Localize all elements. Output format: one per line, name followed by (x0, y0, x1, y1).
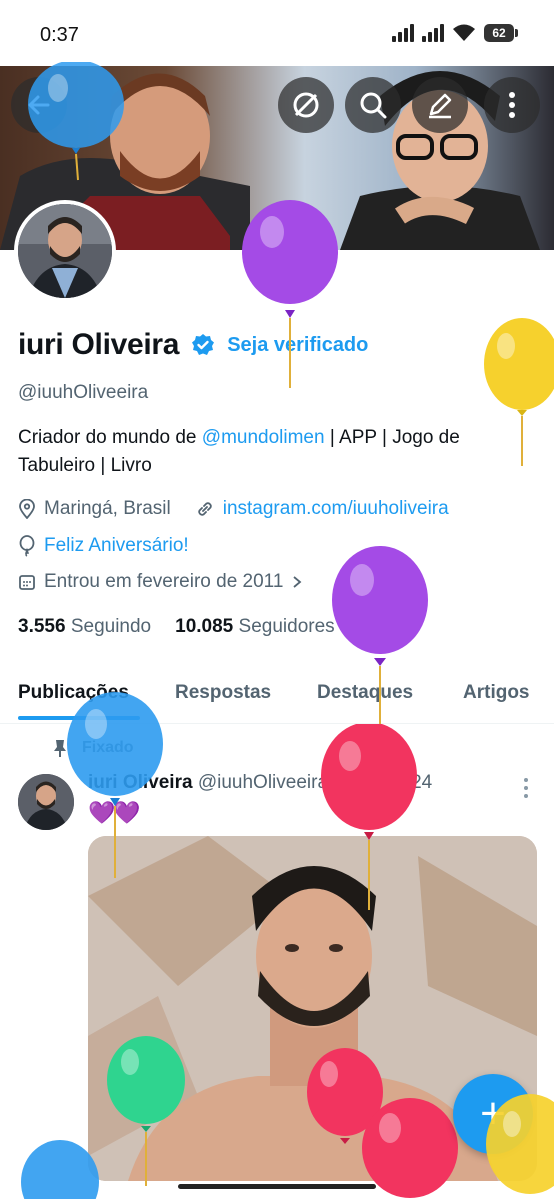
profile-meta-row: Maringá, Brasil instagram.com/iuuholivei… (18, 498, 449, 520)
more-options-button[interactable] (484, 77, 540, 133)
following-stat[interactable]: 3.556 Seguindo (18, 616, 151, 638)
pinned-label-row: Fixado (52, 738, 134, 758)
tab-respostas[interactable]: Respostas (175, 682, 271, 704)
pin-icon (54, 740, 66, 757)
back-button[interactable] (11, 77, 67, 133)
search-icon (360, 92, 387, 119)
active-tab-indicator (18, 716, 140, 720)
more-vertical-icon (509, 92, 515, 118)
avatar-photo (18, 774, 74, 830)
post-author-avatar[interactable] (18, 774, 74, 830)
profile-name: iuri Oliveira (18, 328, 180, 361)
bio-mention-link[interactable]: @mundolimen (202, 427, 325, 448)
get-verified-link[interactable]: Seja verificado (227, 334, 368, 357)
profile-website-link[interactable]: instagram.com/iuuholiveira (223, 498, 449, 520)
location-icon (19, 499, 35, 519)
back-arrow-icon (28, 95, 50, 115)
profile-birthday-row: Feliz Aniversário! (18, 535, 189, 557)
balloon-icon (19, 535, 35, 557)
profile-tabs: Publicações Respostas Destaques Artigos (0, 672, 554, 724)
tab-destaques[interactable]: Destaques (317, 682, 413, 704)
home-indicator[interactable] (178, 1184, 376, 1189)
bio-text: Criador do mundo de (18, 427, 202, 448)
link-icon (198, 502, 212, 516)
status-bar: 0:37 62 (0, 0, 554, 66)
profile-handle: @iuuhOliveeira (18, 382, 149, 403)
post-date: · 12 nov. 24 (333, 772, 433, 793)
battery-icon: 62 (484, 24, 518, 42)
status-time: 0:37 (40, 24, 79, 46)
cell-signal-icon (422, 24, 444, 42)
profile-name-row: iuri Oliveira Seja verificado (18, 328, 368, 362)
edit-icon (429, 93, 452, 119)
profile-birthday: Feliz Aniversário! (44, 535, 189, 556)
no-translate-icon (293, 92, 319, 118)
edit-button[interactable] (412, 77, 468, 133)
post-header: iuri Oliveira @iuuhOliveeira · 12 nov. 2… (88, 772, 432, 794)
profile-location: Maringá, Brasil (44, 498, 171, 519)
profile-joined: Entrou em fevereiro de 2011 (44, 571, 284, 592)
followers-count: 10.085 (175, 616, 234, 637)
profile-avatar[interactable] (14, 200, 116, 302)
wifi-icon (453, 24, 475, 41)
followers-stat[interactable]: 10.085 Seguidores (175, 616, 335, 638)
search-button[interactable] (345, 77, 401, 133)
calendar-icon (19, 575, 35, 590)
profile-bio: Criador do mundo de @mundolimen | APP | … (18, 424, 538, 480)
avatar-photo (18, 204, 112, 298)
following-label: Seguindo (70, 616, 152, 637)
post-more-button[interactable] (524, 778, 528, 798)
pinned-label: Fixado (82, 739, 134, 756)
post-author-handle: @iuuhOliveeira (197, 772, 329, 793)
compose-post-button[interactable]: + (453, 1074, 533, 1154)
cell-signal-icon (392, 24, 414, 42)
status-icons: 62 (392, 24, 518, 42)
profile-stats: 3.556 Seguindo 10.085 Seguidores (18, 616, 335, 638)
tab-artigos[interactable]: Artigos (463, 682, 530, 704)
translate-toggle-button[interactable] (278, 77, 334, 133)
verified-badge-icon (192, 334, 215, 355)
chevron-right-icon[interactable] (291, 575, 303, 589)
following-count: 3.556 (18, 616, 66, 637)
profile-joined-row: Entrou em fevereiro de 2011 (18, 571, 303, 593)
followers-label: Seguidores (238, 616, 335, 637)
tab-publicacoes[interactable]: Publicações (18, 682, 129, 704)
post-author-name[interactable]: iuri Oliveira (88, 772, 193, 793)
post-text: 💜💜 (88, 800, 141, 825)
